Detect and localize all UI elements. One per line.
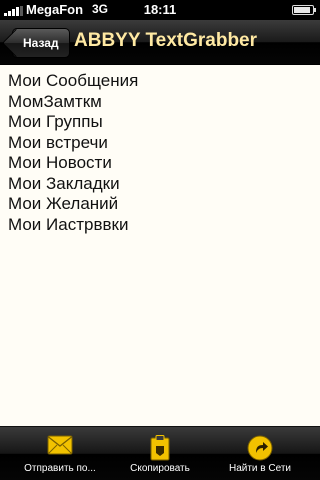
- battery-icon: [292, 5, 316, 15]
- navigation-bar: Назад ABBYY TextGrabber: [0, 20, 320, 65]
- envelope-icon: [47, 435, 73, 455]
- clipboard-icon: [150, 435, 170, 461]
- page-title: ABBYY TextGrabber: [74, 30, 258, 51]
- screen: MegaFon 3G 18:11 Назад ABBYY TextGrabber…: [0, 0, 320, 480]
- status-bar: MegaFon 3G 18:11: [0, 0, 320, 20]
- text-line: Мои Закладки: [8, 173, 120, 193]
- back-button-label: Назад: [23, 36, 59, 50]
- battery-level: [294, 7, 310, 13]
- text-line: Мои встречи: [8, 132, 108, 152]
- copy-button-label: Скопировать: [130, 463, 190, 474]
- text-line: Мои Группы: [8, 112, 103, 131]
- status-time: 18:11: [143, 2, 177, 17]
- text-line: МомЗамткм: [8, 91, 102, 111]
- bottom-toolbar: Отправить по... Скопировать Найти в Сети: [0, 426, 320, 480]
- globe-arrow-icon: [247, 435, 273, 461]
- search-web-button-label: Найти в Сети: [228, 463, 292, 474]
- send-button-label: Отправить по...: [24, 463, 96, 474]
- text-line: Мои Желаний: [8, 194, 119, 213]
- search-web-button[interactable]: Найти в Сети: [207, 427, 313, 480]
- send-button[interactable]: Отправить по...: [7, 427, 113, 480]
- text-line: Мои Сообщения: [8, 71, 139, 90]
- text-line: Мои Иастрввки: [8, 214, 129, 234]
- copy-button[interactable]: Скопировать: [107, 427, 213, 480]
- recognized-text-area[interactable]: Мои Сообщения МомЗамткм Мои Группы Мои в…: [0, 65, 320, 426]
- back-button[interactable]: Назад: [12, 28, 70, 58]
- text-line: Мои Новости: [8, 153, 112, 172]
